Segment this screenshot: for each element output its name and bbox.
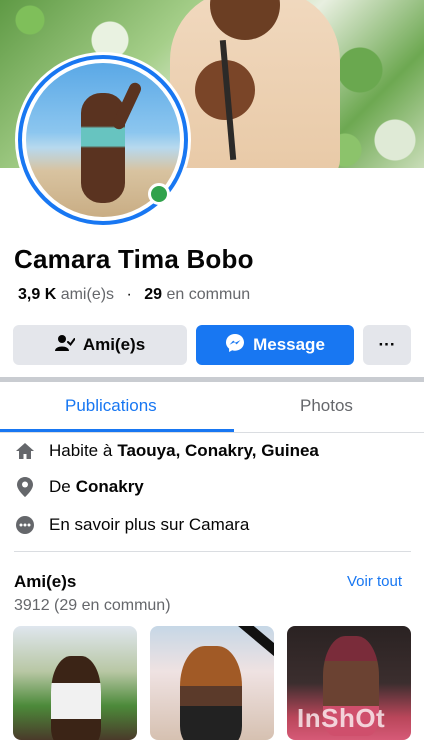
about-label: En savoir plus sur Camara bbox=[49, 515, 250, 534]
mutual-label: en commun bbox=[166, 286, 251, 303]
message-button[interactable]: Message bbox=[196, 325, 354, 365]
location-pin-icon bbox=[14, 476, 36, 498]
more-dots-icon bbox=[14, 514, 36, 536]
friends-count: 3,9 K bbox=[18, 286, 57, 303]
inshot-watermark: InShOt bbox=[297, 703, 386, 733]
from-prefix: De bbox=[49, 477, 71, 496]
friends-label: ami(e)s bbox=[60, 286, 115, 303]
from-value: Conakry bbox=[75, 477, 144, 496]
info-divider bbox=[14, 551, 411, 552]
friends-button-label: Ami(e)s bbox=[82, 335, 146, 354]
lives-value: Taouya, Conakry, Guinea bbox=[117, 441, 319, 460]
message-button-label: Message bbox=[253, 335, 325, 354]
friend-photo-figure bbox=[180, 646, 242, 740]
lives-prefix: Habite à bbox=[49, 441, 113, 460]
info-about-link[interactable]: En savoir plus sur Camara bbox=[14, 512, 249, 538]
info-from[interactable]: De Conakry bbox=[14, 474, 144, 500]
more-dots-icon: ··· bbox=[378, 335, 396, 354]
profile-stats[interactable]: 3,9 K ami(e)s · 29 en commun bbox=[18, 286, 250, 304]
tab-publications[interactable]: Publications bbox=[65, 396, 157, 416]
friends-section-count: 3912 (29 en commun) bbox=[14, 597, 171, 614]
tab-photos[interactable]: Photos bbox=[300, 396, 353, 416]
friend-thumbnail[interactable] bbox=[150, 626, 274, 740]
more-options-button[interactable]: ··· bbox=[363, 325, 411, 365]
home-icon bbox=[14, 440, 36, 462]
info-lives-in[interactable]: Habite à Taouya, Conakry, Guinea bbox=[14, 438, 319, 464]
profile-name: Camara Tima Bobo bbox=[14, 244, 254, 274]
section-divider bbox=[0, 377, 424, 382]
mourning-ribbon bbox=[236, 626, 274, 657]
friend-photo-figure bbox=[51, 656, 101, 740]
friend-thumbnail[interactable]: InShOt bbox=[287, 626, 411, 740]
stats-separator: · bbox=[126, 286, 132, 303]
messenger-icon bbox=[225, 333, 253, 358]
friend-thumbnail[interactable] bbox=[13, 626, 137, 740]
online-status-dot bbox=[148, 183, 170, 205]
mutual-count: 29 bbox=[144, 286, 163, 303]
tabs-divider bbox=[0, 432, 424, 433]
friends-button[interactable]: Ami(e)s bbox=[13, 325, 187, 365]
see-all-friends-link[interactable]: Voir tout bbox=[347, 573, 402, 590]
friends-check-icon bbox=[54, 334, 83, 357]
friends-section-title: Ami(e)s bbox=[14, 572, 77, 591]
